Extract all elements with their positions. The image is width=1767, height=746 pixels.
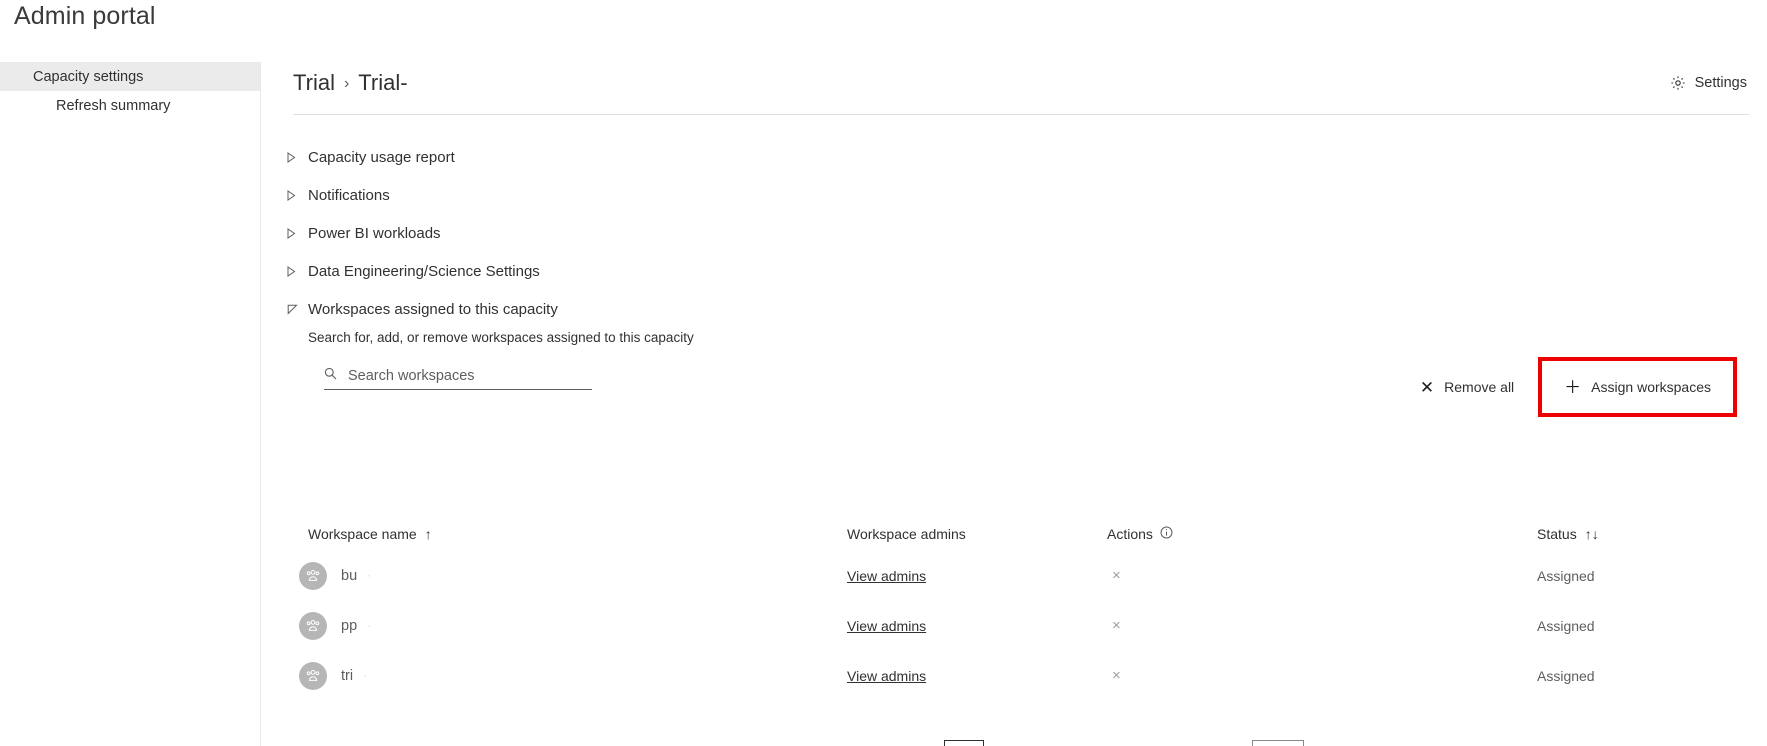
workspace-name-text: pp (341, 618, 358, 634)
cell-workspace-admins: View admins (847, 568, 1107, 585)
section-label: Notifications (308, 186, 390, 204)
column-label: Actions (1107, 526, 1153, 542)
current-page-input[interactable]: 1 (943, 740, 984, 746)
search-workspaces-field[interactable] (324, 367, 592, 390)
section-workspaces-assigned[interactable]: Workspaces assigned to this capacity (287, 290, 1749, 328)
section-data-engineering-science-settings[interactable]: Data Engineering/Science Settings (287, 252, 1749, 290)
column-label: Status (1537, 526, 1577, 542)
chevron-right-icon (287, 265, 303, 277)
section-notifications[interactable]: Notifications (287, 176, 1749, 214)
plus-icon: ＋ (1564, 377, 1582, 397)
table-row[interactable]: tri · View admins × Assigned (287, 651, 1749, 701)
sidebar-item-label: Refresh summary (56, 97, 171, 114)
remove-workspace-icon[interactable]: × (1107, 664, 1126, 687)
assign-workspaces-button[interactable]: ＋ Assign workspaces (1550, 365, 1725, 409)
cell-workspace-name: bu · (287, 562, 847, 590)
chevron-down-icon (287, 304, 303, 315)
column-header-workspace-admins: Workspace admins (847, 526, 1107, 542)
section-label: Capacity usage report (308, 148, 455, 166)
header-divider (293, 114, 1749, 115)
assign-workspaces-label: Assign workspaces (1591, 379, 1711, 395)
remove-all-button[interactable]: ✕ Remove all (1405, 365, 1529, 409)
group-icon (299, 662, 327, 690)
column-header-status[interactable]: Status ↑↓ (1537, 526, 1749, 542)
cell-status: Assigned (1537, 568, 1595, 584)
next-page-button[interactable]: > (1001, 741, 1022, 746)
settings-label: Settings (1694, 75, 1747, 91)
admin-portal-window: Admin portal Capacity settings Refresh s… (0, 0, 1767, 746)
sidebar: Capacity settings Refresh summary (0, 62, 261, 746)
close-icon: ✕ (1419, 377, 1435, 397)
cell-status: Assigned (1537, 668, 1595, 684)
section-capacity-usage-report[interactable]: Capacity usage report (287, 138, 1749, 176)
workspace-name-text: tri (341, 668, 354, 684)
workspaces-toolbar: ✕ Remove all ＋ Assign workspaces (308, 357, 1749, 417)
sort-toggle-icon: ↑↓ (1584, 526, 1599, 542)
section-label: Workspaces assigned to this capacity (308, 300, 558, 318)
chevron-right-icon (287, 189, 303, 201)
column-label: Workspace name (308, 526, 417, 542)
assign-workspaces-highlight: ＋ Assign workspaces (1538, 357, 1737, 417)
gear-icon (1670, 75, 1686, 91)
view-admins-link[interactable]: View admins (847, 618, 926, 634)
column-header-workspace-name[interactable]: Workspace name ↑ (287, 526, 847, 542)
workspaces-hint: Search for, add, or remove workspaces as… (308, 330, 694, 345)
breadcrumb-item-trial[interactable]: Trial (293, 70, 335, 96)
main-content: Trial › Trial- Settings Capacity usage r… (261, 62, 1767, 746)
chevron-right-icon (287, 227, 303, 239)
first-page-button[interactable]: << (853, 741, 883, 746)
sidebar-item-capacity-settings[interactable]: Capacity settings (0, 62, 260, 91)
search-icon (324, 367, 337, 385)
section-label: Data Engineering/Science Settings (308, 262, 540, 280)
workspace-name-text: bu (341, 568, 358, 584)
remove-workspace-icon[interactable]: × (1107, 564, 1126, 587)
cell-actions: × (1107, 568, 1537, 584)
cell-workspace-admins: View admins (847, 618, 1107, 635)
previous-page-button[interactable]: < (905, 741, 926, 746)
cell-status: Assigned (1537, 618, 1595, 634)
workspaces-table: Workspace name ↑ Workspace admins Action… (287, 517, 1749, 701)
settings-button[interactable]: Settings (1670, 75, 1747, 91)
info-icon[interactable] (1160, 526, 1173, 542)
group-icon (299, 612, 327, 640)
cell-workspace-name: tri · (287, 662, 847, 690)
table-header-row: Workspace name ↑ Workspace admins Action… (287, 517, 1749, 551)
view-admins-link[interactable]: View admins (847, 668, 926, 684)
remove-workspace-icon[interactable]: × (1107, 614, 1126, 637)
breadcrumb: Trial › Trial- (293, 70, 408, 96)
column-label: Workspace admins (847, 526, 966, 542)
table-row[interactable]: bu · View admins × Assigned (287, 551, 1749, 601)
workspaces-panel: Search for, add, or remove workspaces as… (287, 330, 1749, 417)
breadcrumb-item-current[interactable]: Trial- (358, 70, 407, 96)
cell-workspace-admins: View admins (847, 668, 1107, 685)
workspace-action-buttons: ✕ Remove all ＋ Assign workspaces (1405, 357, 1737, 417)
table-row[interactable]: pp · View admins × Assigned (287, 601, 1749, 651)
section-power-bi-workloads[interactable]: Power BI workloads (287, 214, 1749, 252)
sidebar-item-label: Capacity settings (33, 68, 144, 85)
workspace-name-suffix: · (367, 620, 371, 632)
group-icon (299, 562, 327, 590)
breadcrumb-separator-icon: › (343, 75, 350, 92)
chevron-right-icon (287, 151, 303, 163)
page-title: Admin portal (14, 2, 156, 30)
section-label: Power BI workloads (308, 224, 441, 242)
sort-ascending-icon: ↑ (424, 526, 432, 542)
workspace-name-suffix: · (367, 570, 371, 582)
settings-sections: Capacity usage report Notifications Powe… (287, 138, 1749, 417)
view-admins-link[interactable]: View admins (847, 568, 926, 584)
pagination: << < 1 > >> Items per page: 102050100 (287, 740, 1749, 746)
last-page-button[interactable]: >> (1044, 741, 1074, 746)
search-input[interactable] (348, 368, 573, 384)
cell-actions: × (1107, 668, 1537, 684)
sidebar-item-refresh-summary[interactable]: Refresh summary (0, 91, 260, 120)
workspace-name-suffix: · (363, 670, 367, 682)
column-header-actions: Actions (1107, 526, 1537, 542)
remove-all-label: Remove all (1444, 379, 1515, 395)
cell-workspace-name: pp · (287, 612, 847, 640)
items-per-page-select[interactable]: 102050100 (1252, 740, 1305, 746)
cell-actions: × (1107, 618, 1537, 634)
